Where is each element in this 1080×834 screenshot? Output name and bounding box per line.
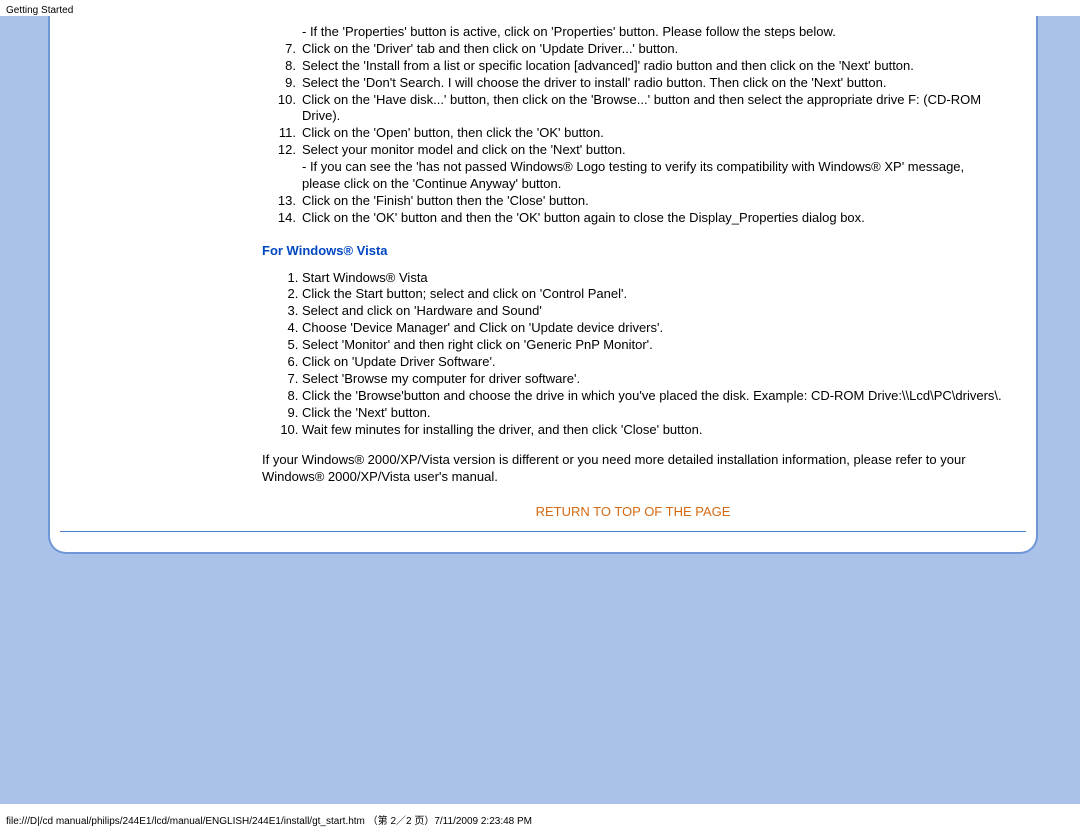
list-item: Wait few minutes for installing the driv… [302, 422, 1004, 439]
list-item: Click on 'Update Driver Software'. [302, 354, 1004, 371]
xp-step: 9.Select the 'Don't Search. I will choos… [302, 75, 1004, 92]
content-panel: - If the 'Properties' button is active, … [48, 16, 1038, 554]
xp-steps-continued: - If the 'Properties' button is active, … [262, 24, 1004, 227]
list-item: Choose 'Device Manager' and Click on 'Up… [302, 320, 1004, 337]
return-to-top-link[interactable]: RETURN TO TOP OF THE PAGE [262, 504, 1004, 521]
list-item: Click the 'Browse'button and choose the … [302, 388, 1004, 405]
xp-step-note: - If you can see the 'has not passed Win… [302, 159, 1004, 193]
xp-step-note: - If the 'Properties' button is active, … [302, 24, 1004, 41]
list-item: Select 'Monitor' and then right click on… [302, 337, 1004, 354]
xp-step: 10.Click on the 'Have disk...' button, t… [302, 92, 1004, 126]
divider [60, 531, 1026, 532]
vista-steps-list: Start Windows® Vista Click the Start but… [262, 270, 1004, 439]
page-background: - If the 'Properties' button is active, … [0, 16, 1080, 804]
list-item: Select and click on 'Hardware and Sound' [302, 303, 1004, 320]
closing-note: If your Windows® 2000/XP/Vista version i… [262, 452, 1004, 486]
vista-heading: For Windows® Vista [262, 243, 1004, 260]
main-content: - If the 'Properties' button is active, … [262, 16, 1024, 521]
list-item: Click the Start button; select and click… [302, 286, 1004, 303]
browser-title: Getting Started [6, 5, 73, 16]
xp-step: 11.Click on the 'Open' button, then clic… [302, 125, 1004, 142]
xp-step: 7.Click on the 'Driver' tab and then cli… [302, 41, 1004, 58]
xp-step: 12.Select your monitor model and click o… [302, 142, 1004, 159]
xp-step: 14.Click on the 'OK' button and then the… [302, 210, 1004, 227]
list-item: Start Windows® Vista [302, 270, 1004, 287]
xp-step: 13.Click on the 'Finish' button then the… [302, 193, 1004, 210]
footer-path: file:///D|/cd manual/philips/244E1/lcd/m… [6, 815, 532, 828]
list-item: Select 'Browse my computer for driver so… [302, 371, 1004, 388]
list-item: Click the 'Next' button. [302, 405, 1004, 422]
xp-step: 8.Select the 'Install from a list or spe… [302, 58, 1004, 75]
